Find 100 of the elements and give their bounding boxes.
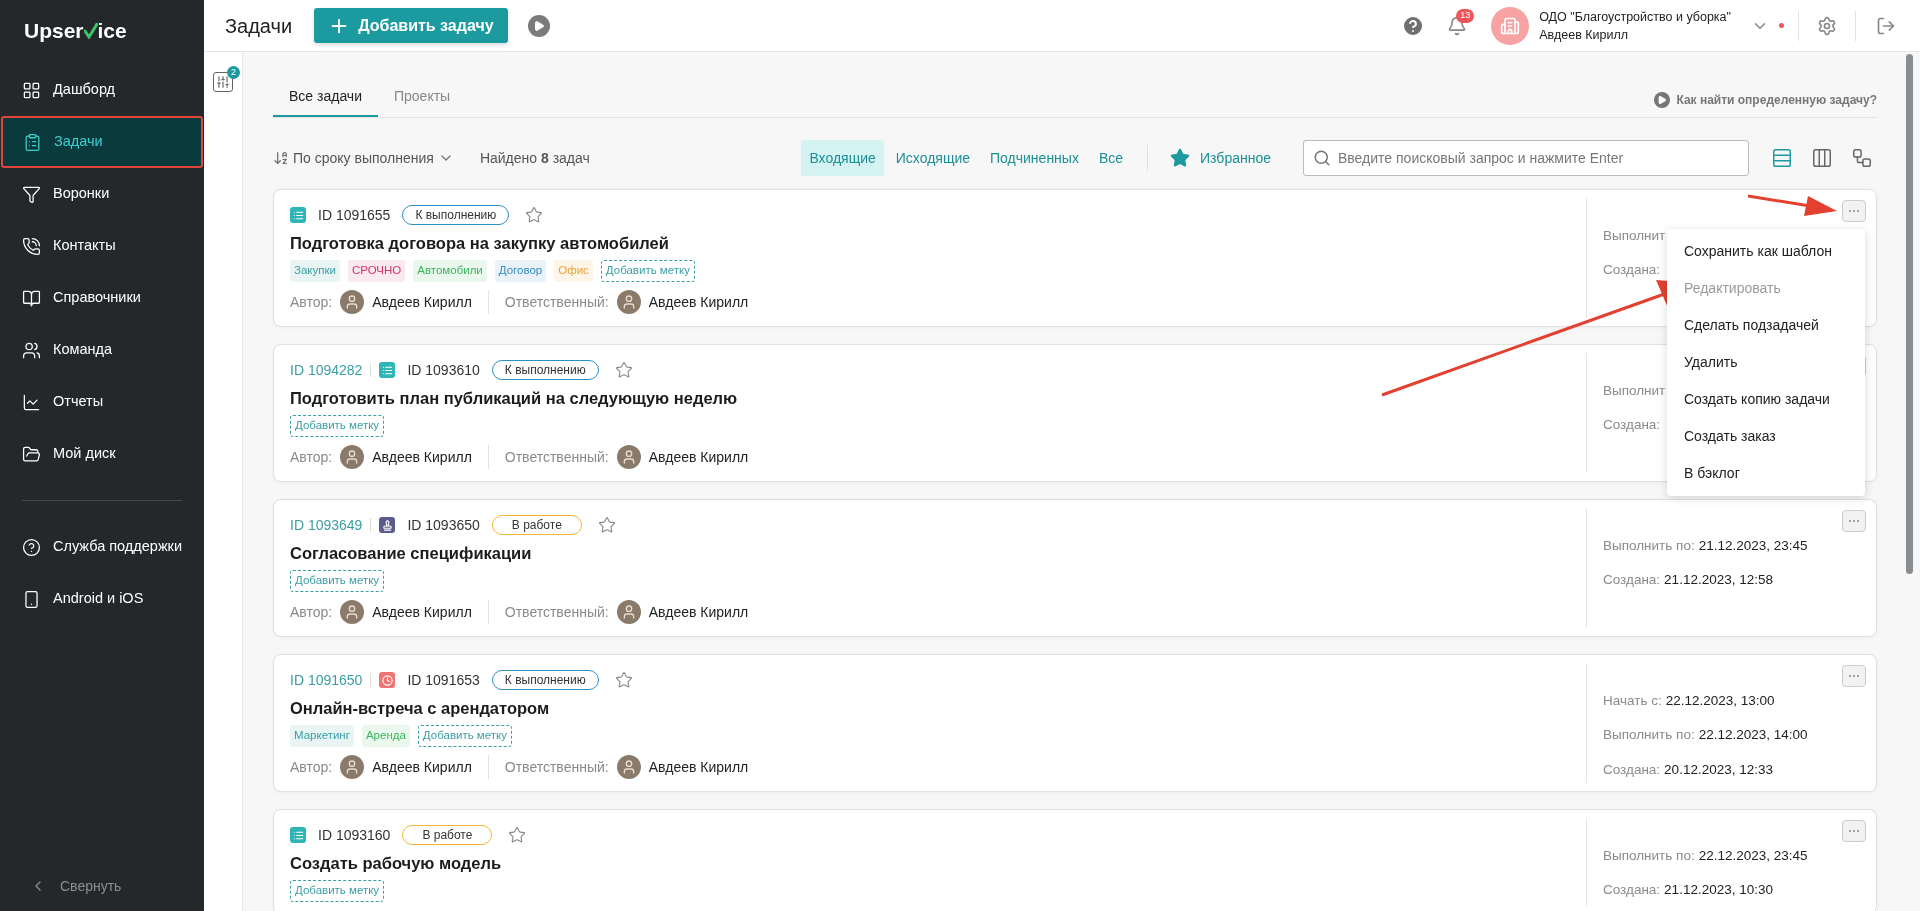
date-label: Выполнит [1603, 227, 1666, 245]
assignee-name[interactable]: Авдеев Кирилл [648, 601, 749, 623]
task-id: ID 1091653 [407, 670, 480, 690]
date-value: 22.12.2023, 14:00 [1698, 726, 1808, 745]
settings-icon[interactable] [1817, 15, 1837, 36]
user-name: Авдеев Кирилл [1539, 26, 1630, 44]
assignee-name[interactable]: Авдеев Кирилл [648, 756, 749, 778]
task-id: ID 1093650 [407, 515, 480, 535]
rows-icon[interactable] [1771, 147, 1793, 169]
task-title[interactable]: Создать рабочую модель [290, 852, 1586, 874]
assignee-name[interactable]: Авдеев Кирилл [648, 446, 749, 468]
task-title[interactable]: Подготовка договора на закупку автомобилей [290, 232, 1586, 254]
nav-item[interactable]: Дашборд [0, 64, 204, 116]
help-video-link[interactable]: Как найти определенную задачу? [1654, 91, 1877, 109]
date-label: Выполнит [1603, 382, 1666, 400]
play-icon [1654, 92, 1671, 108]
date-label: Создана: [1603, 881, 1661, 900]
company-name: ОДО "Благоустройство и уборка" [1539, 8, 1731, 26]
date-value: 21.12.2023, 23:45 [1698, 537, 1808, 555]
date-label: Создана: [1603, 261, 1661, 280]
task-card[interactable]: ID 1093160 В работе Создать рабочую модель Добавить метку Выполнить по: 22.12.2023, 23:45 Создана: 21.12.2023, 10:30 [273, 809, 1877, 911]
more-button[interactable] [1842, 510, 1866, 532]
nav-item[interactable]: Отчеты [0, 376, 204, 428]
task-id: ID 1091655 [318, 205, 391, 225]
date-label: Создана: [1603, 571, 1661, 590]
task-title[interactable]: Подготовить план публикаций на следующую неделю [290, 387, 1586, 409]
tag[interactable]: СРОЧНО [347, 260, 406, 282]
sort-icon [273, 150, 289, 166]
avatar [616, 445, 641, 469]
date-value: 20.12.2023, 12:33 [1664, 760, 1773, 779]
author-name[interactable]: Авдеев Кирилл [372, 446, 472, 468]
more-button[interactable] [1842, 200, 1866, 222]
list-icon [290, 207, 306, 223]
date-label: Выполнить по: [1603, 726, 1695, 745]
task-title[interactable]: Онлайн-встреча с арендатором [290, 697, 1586, 719]
star-icon [1170, 148, 1191, 168]
clipboard-icon [23, 132, 42, 152]
assignee-label: Ответственный: [504, 757, 609, 777]
book-icon [22, 288, 41, 308]
logout-icon[interactable] [1876, 15, 1896, 36]
more-button[interactable] [1842, 665, 1866, 687]
date-label: Создана: [1603, 416, 1661, 435]
stamp-icon [379, 517, 396, 533]
more-button[interactable] [1842, 820, 1866, 842]
nav-item[interactable]: Справочники [0, 272, 204, 324]
assignee-label: Ответственный: [504, 447, 609, 467]
nav-item[interactable]: Задачи [1, 116, 203, 168]
favorites-button[interactable]: Избранное [1162, 147, 1279, 169]
star-icon[interactable] [614, 361, 633, 379]
task-card[interactable] [273, 654, 1877, 792]
star-icon[interactable] [525, 206, 544, 224]
task-title[interactable]: Согласование спецификации [290, 542, 1586, 564]
menu-item[interactable]: Создать копию задачи [1667, 381, 1865, 418]
sort-dropdown[interactable]: По сроку выполнения [273, 147, 454, 169]
avatar [340, 290, 365, 314]
funnel-icon [22, 184, 41, 204]
menu-item[interactable]: Сделать подзадачей [1667, 307, 1865, 344]
smartphone-icon [22, 589, 41, 609]
task-card[interactable]: ID 1093649 ID 1093650 В работе Согласование спецификации Добавить метку Автор: Авдеев Кирилл Ответственный: Авдеев Кирилл Выполнить по: 21.12.2023, 23:45 Создана: 21.12.2023, 12:58 [273, 499, 1877, 637]
logo[interactable]: Upser ice [0, 0, 204, 62]
company-avatar[interactable] [1491, 6, 1530, 45]
task-id: ID 1093610 [407, 360, 480, 380]
nav-item[interactable]: Служба поддержки [0, 521, 204, 573]
star-icon[interactable] [614, 671, 633, 689]
play-icon[interactable] [527, 14, 550, 37]
list-icon [290, 827, 306, 843]
menu-item[interactable]: Сохранить как шаблон [1667, 233, 1865, 270]
avatar [340, 755, 365, 779]
tab[interactable]: Все задачи [273, 86, 378, 117]
search-field[interactable]: Введите поисковый запрос и нажмите Enter [1303, 140, 1749, 176]
nav-item[interactable]: Мой диск [0, 428, 204, 480]
nav-item[interactable]: Android и iOS [0, 573, 204, 625]
menu-item[interactable]: Удалить [1667, 344, 1865, 381]
assignee-name[interactable]: Авдеев Кирилл [648, 291, 749, 313]
author-name[interactable]: Авдеев Кирилл [372, 291, 472, 313]
filter-tab[interactable]: Все [1090, 140, 1132, 176]
author-label: Автор: [290, 757, 333, 777]
author-name[interactable]: Авдеев Кирилл [372, 756, 472, 778]
filter-tab[interactable]: Исходящие [887, 140, 979, 176]
author-label: Автор: [290, 602, 333, 622]
list-icon [379, 362, 396, 378]
nav-item[interactable]: Контакты [0, 220, 204, 272]
star-icon[interactable] [597, 516, 616, 534]
date-label: Выполнить по: [1603, 537, 1695, 555]
collapse-button[interactable]: Свернуть [0, 861, 204, 911]
nav-item[interactable]: Воронки [0, 168, 204, 220]
menu-item[interactable]: Создать заказ [1667, 418, 1865, 455]
columns-icon[interactable] [1811, 147, 1833, 169]
star-icon[interactable] [508, 826, 527, 844]
nodes-icon[interactable] [1851, 147, 1873, 169]
author-name[interactable]: Авдеев Кирилл [372, 601, 472, 623]
chart-icon [22, 392, 41, 412]
found-count: Найдено 8 задач [479, 148, 590, 168]
avatar [340, 600, 365, 624]
author-label: Автор: [290, 447, 333, 467]
nav-item[interactable]: Команда [0, 324, 204, 376]
scrollbar[interactable] [1905, 54, 1913, 574]
filter-icon[interactable] [213, 72, 233, 92]
filter-tab[interactable]: Подчиненных [982, 140, 1087, 176]
folder-icon [22, 444, 41, 464]
